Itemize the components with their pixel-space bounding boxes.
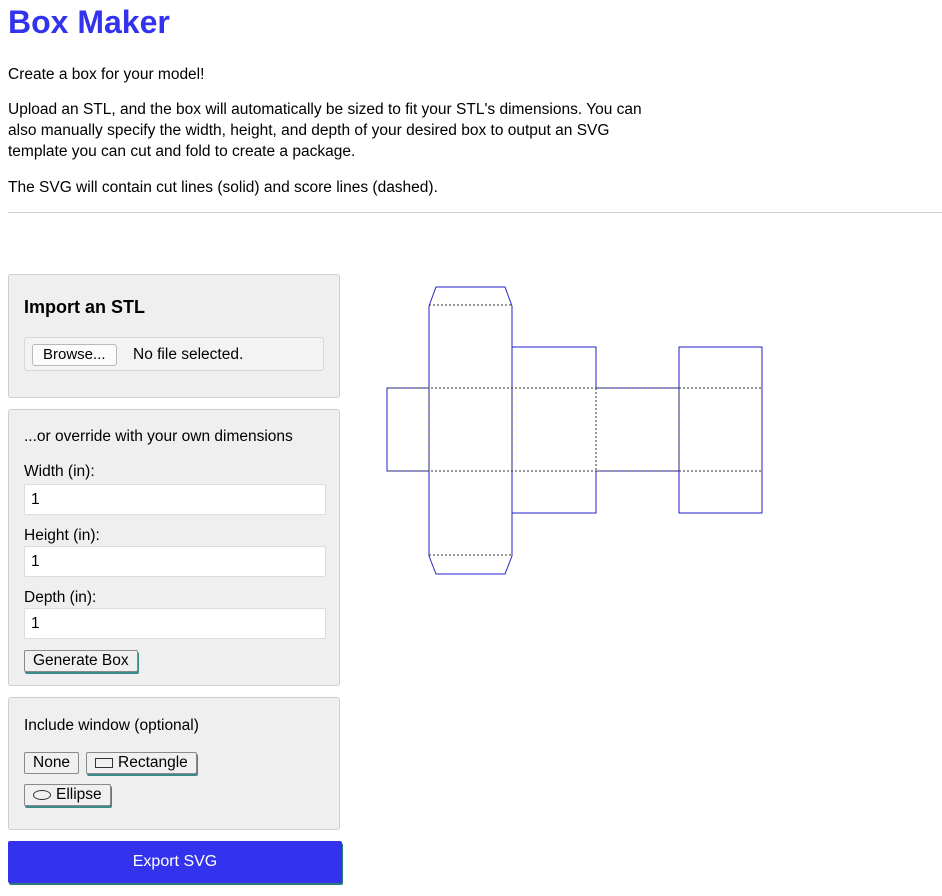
divider bbox=[8, 212, 942, 213]
window-rectangle-button[interactable]: Rectangle bbox=[86, 752, 197, 774]
import-title: Import an STL bbox=[24, 297, 145, 317]
page: Box Maker Create a box for your model! U… bbox=[0, 0, 942, 896]
cut-lines bbox=[386, 286, 763, 575]
top-tuck-flap-cut bbox=[428, 286, 513, 307]
file-input[interactable]: Browse... No file selected. bbox=[24, 337, 324, 371]
import-panel: Import an STL Browse... No file selected… bbox=[8, 274, 340, 398]
width-label: Width (in): bbox=[24, 463, 95, 480]
window-ellipse-label: Ellipse bbox=[56, 786, 102, 803]
intro-line-2: Upload an STL, and the box will automati… bbox=[8, 101, 642, 160]
depth-input[interactable] bbox=[24, 608, 326, 639]
left-panel-cut bbox=[386, 387, 429, 472]
ellipse-outline-icon bbox=[33, 790, 51, 800]
window-rectangle-label: Rectangle bbox=[118, 754, 188, 771]
bottom-tuck-flap-cut bbox=[428, 555, 513, 575]
box-template-preview bbox=[386, 286, 763, 575]
browse-button[interactable]: Browse... bbox=[32, 344, 117, 366]
height-label: Height (in): bbox=[24, 527, 100, 544]
dust-flap-bottom-1-cut bbox=[511, 471, 597, 514]
width-input[interactable] bbox=[24, 484, 326, 515]
generate-box-button[interactable]: Generate Box bbox=[24, 650, 138, 672]
export-svg-button[interactable]: Export SVG bbox=[8, 841, 342, 883]
rectangle-outline-icon bbox=[95, 758, 113, 768]
window-none-button[interactable]: None bbox=[24, 752, 80, 774]
page-title: Box Maker bbox=[8, 4, 170, 40]
intro-line-1: Create a box for your model! bbox=[8, 66, 205, 83]
file-status: No file selected. bbox=[133, 346, 244, 363]
height-input[interactable] bbox=[24, 546, 326, 577]
dust-flap-top-1-cut bbox=[512, 346, 597, 388]
intro-line-3: The SVG will contain cut lines (solid) a… bbox=[8, 179, 438, 196]
dimensions-panel: ...or override with your own dimensions … bbox=[8, 409, 340, 686]
depth-label: Depth (in): bbox=[24, 589, 97, 606]
window-none-label: None bbox=[33, 754, 71, 771]
window-panel: Include window (optional) None Rectangle… bbox=[8, 697, 340, 830]
column-4-outline-cut bbox=[678, 346, 763, 514]
generate-box-label: Generate Box bbox=[33, 652, 129, 669]
window-heading: Include window (optional) bbox=[24, 717, 199, 734]
dimensions-heading: ...or override with your own dimensions bbox=[24, 428, 293, 445]
window-ellipse-button[interactable]: Ellipse bbox=[24, 784, 111, 806]
score-lines bbox=[387, 304, 762, 556]
